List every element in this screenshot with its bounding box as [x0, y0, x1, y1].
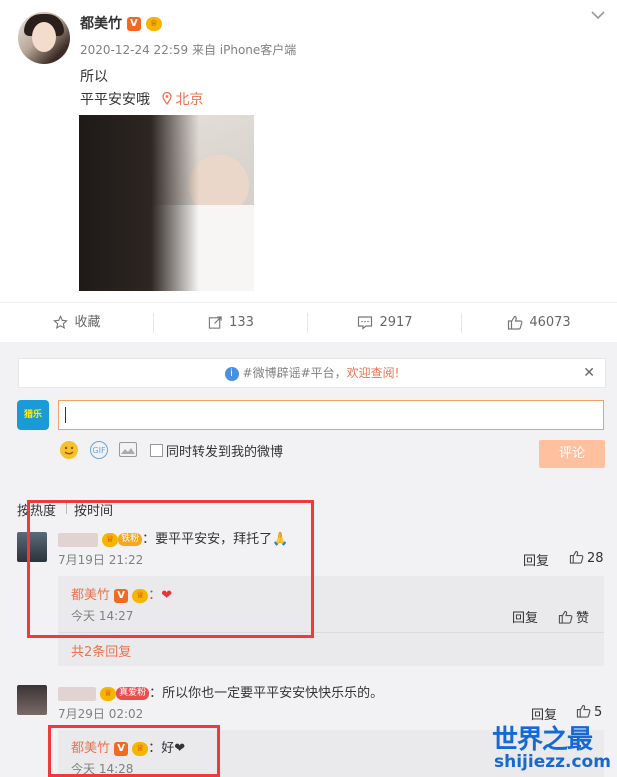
post-text: 平平安安哦 [80, 92, 150, 108]
rumor-notice: i #微博辟谣#平台，欢迎查阅! ✕ [18, 358, 606, 388]
comment-icon [358, 316, 373, 330]
location-pin-icon [162, 91, 173, 106]
star-icon [53, 315, 69, 330]
thumbs-up-icon [569, 550, 584, 564]
comment-like-button[interactable]: 28 [569, 550, 604, 566]
notice-link[interactable]: 欢迎查阅! [347, 366, 400, 380]
photo-hair [79, 115, 199, 291]
comment-button[interactable]: 2917 [308, 303, 462, 343]
location-link[interactable]: 北京 [162, 91, 204, 108]
post-photo[interactable] [79, 115, 254, 291]
post-timestamp[interactable]: 2020-12-24 22:59 [80, 43, 188, 57]
location-name: 北京 [175, 92, 204, 108]
comment-like-button[interactable]: 5 [576, 704, 602, 720]
commenter-avatar[interactable] [17, 685, 47, 715]
highlight-box [48, 725, 220, 777]
post-action-bar: 收藏 133 2917 46073 [0, 302, 617, 344]
repost-checkbox[interactable] [150, 444, 163, 457]
author-avatar[interactable] [18, 12, 70, 64]
fan-badge: 真爱粉 [116, 687, 150, 700]
thumbs-up-icon [508, 315, 523, 330]
like-button[interactable]: 46073 [462, 303, 616, 343]
comment-count: 2917 [379, 315, 413, 330]
close-icon[interactable]: ✕ [583, 359, 595, 387]
favorite-label: 收藏 [74, 315, 101, 330]
reply-like-label: 赞 [576, 611, 590, 626]
author-name[interactable]: 都美竹 [80, 16, 122, 32]
more-replies-link[interactable]: 共2条回复 [71, 641, 131, 660]
crown-icon: ♕ [100, 686, 117, 701]
crown-icon: ♕ [145, 17, 162, 31]
post-author[interactable]: 都美竹 V ♕ [80, 13, 162, 33]
reply-like-button[interactable]: 赞 [558, 607, 589, 626]
verified-icon: V [126, 17, 141, 31]
info-icon: i [224, 366, 239, 381]
post-meta: 2020-12-24 22:59 来自 iPhone客户端 [80, 41, 296, 58]
like-count: 46073 [529, 315, 571, 330]
comment-like-count: 28 [587, 551, 604, 566]
submit-comment-button[interactable]: 评论 [539, 440, 605, 468]
text-caret [65, 407, 66, 423]
comment-input[interactable] [58, 400, 604, 430]
comment-text: ：所以你也一定要平平安安快快乐乐的。 [149, 686, 384, 701]
emoji-icon[interactable] [60, 441, 78, 459]
current-user-avatar[interactable]: 猎乐 [17, 400, 49, 430]
post-text-line2: 平平安安哦 北京 [80, 89, 203, 109]
comment-time[interactable]: 7月29日 02:02 [58, 705, 143, 722]
comment-like-count: 5 [594, 705, 603, 720]
favorite-button[interactable]: 收藏 [0, 303, 154, 343]
thumbs-up-icon [558, 610, 573, 624]
repost-count: 133 [229, 315, 254, 330]
thumbs-up-icon [576, 704, 591, 718]
commenter-name-blurred[interactable] [58, 686, 96, 701]
repost-checkbox-label[interactable]: 同时转发到我的微博 [166, 441, 283, 460]
reply-button[interactable]: 回复 [512, 607, 538, 626]
post-source: 来自 iPhone客户端 [191, 43, 297, 57]
post-text-line1: 所以 [80, 69, 108, 85]
watermark-url: shijiezz.com [494, 752, 611, 772]
repost-icon [208, 316, 222, 329]
avatar-face [32, 22, 56, 52]
image-icon[interactable] [119, 442, 137, 457]
comment-body: ♕ 真爱粉 ：所以你也一定要平平安安快快乐乐的。 [58, 682, 383, 701]
repost-button[interactable]: 133 [154, 303, 308, 343]
notice-prefix: #微博辟谣#平台， [242, 366, 347, 380]
chevron-down-icon[interactable] [591, 8, 605, 22]
reply-button[interactable]: 回复 [523, 550, 549, 569]
gif-icon[interactable]: GIF [90, 441, 108, 459]
highlight-box [27, 500, 314, 638]
watermark-title: 世界之最 [492, 725, 593, 755]
